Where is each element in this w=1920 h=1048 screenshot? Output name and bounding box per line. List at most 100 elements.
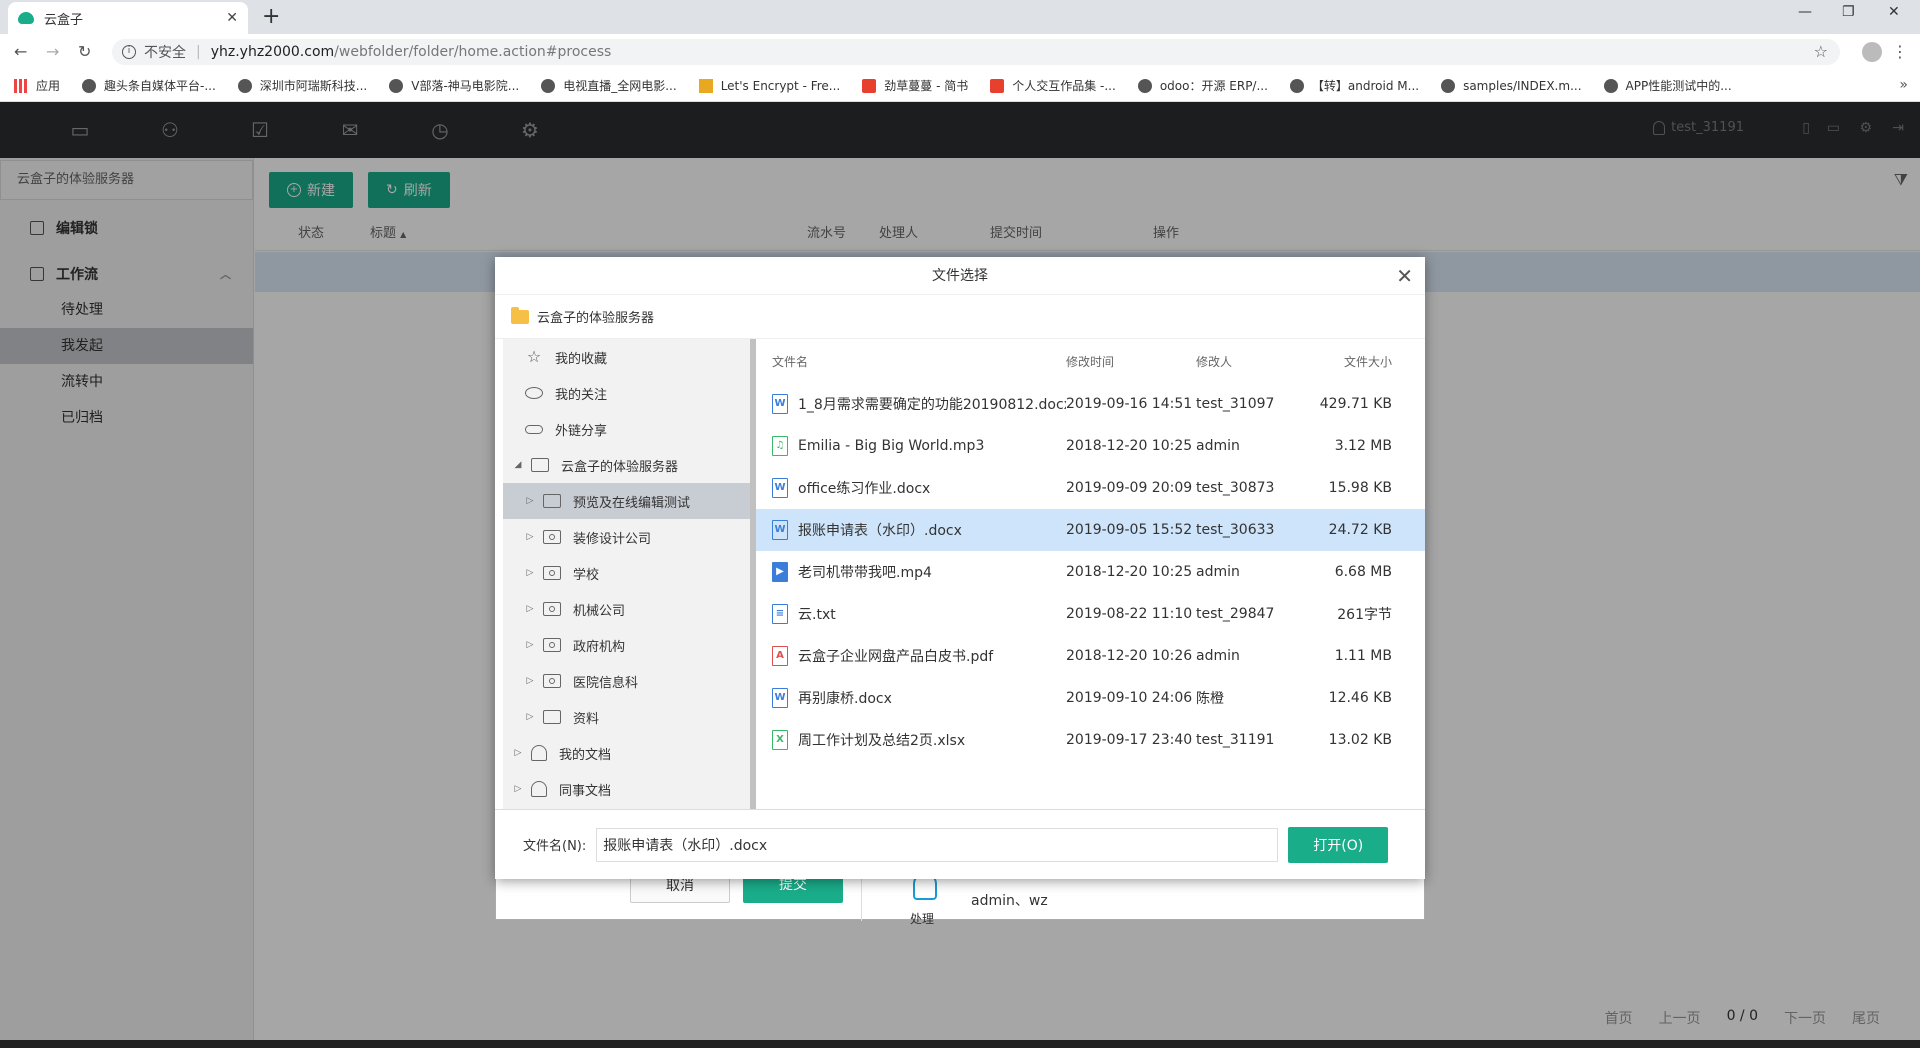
bookmark-item[interactable]: 深圳市阿瑞斯科技... — [237, 77, 367, 94]
forward-icon[interactable]: → — [46, 42, 59, 61]
tree-node-label: 云盒子的体验服务器 — [561, 459, 679, 475]
back-icon[interactable]: ← — [14, 42, 27, 61]
file-row[interactable]: ≡ 云.txt 2019-08-22 11:10 test_29847 261字节 — [756, 593, 1425, 635]
open-button[interactable]: 打开(O) — [1288, 826, 1389, 863]
tree-node[interactable]: ▷ 预览及在线编辑测试 — [503, 483, 750, 519]
bookmark-label: APP性能测试中的... — [1625, 79, 1732, 93]
expand-arrow-icon[interactable]: ▷ — [523, 640, 537, 650]
expand-arrow-icon[interactable]: ▷ — [523, 532, 537, 542]
bookmark-item[interactable]: odoo：开源 ERP/... — [1137, 77, 1268, 94]
bookmark-star-icon[interactable]: ☆ — [1814, 42, 1828, 61]
github-icon — [1441, 78, 1456, 93]
tree-node[interactable]: ▷ 装修设计公司 — [503, 519, 750, 555]
bookmark-item[interactable]: 应用 — [14, 77, 60, 94]
file-row[interactable]: W 再别康桥.docx 2019-09-10 24:06 陈橙 12.46 KB — [756, 677, 1425, 719]
expand-arrow-icon[interactable]: ◢ — [511, 460, 525, 470]
bookmark-item[interactable]: 【转】android M... — [1289, 77, 1419, 94]
expand-arrow-icon[interactable]: ▷ — [523, 676, 537, 686]
file-row[interactable]: Woffice练习作业.docx 2019-09-09 20:09 test_308… — [756, 467, 1425, 509]
bookmark-item[interactable]: Let's Encrypt - Fre... — [698, 78, 840, 93]
expand-arrow-icon[interactable]: ▷ — [511, 784, 525, 794]
expand-arrow-icon[interactable]: ▷ — [523, 568, 537, 578]
restore-icon[interactable]: ❐ — [1842, 4, 1855, 20]
file-modified-time: 2018-12-20 10:25 — [1066, 564, 1193, 580]
expand-arrow-icon[interactable]: ▷ — [511, 748, 525, 758]
tree-node[interactable]: ▷ 同事文档 — [503, 771, 750, 807]
filename-label: 文件名(N): — [523, 839, 587, 854]
file-row[interactable]: W 报账申请表（水印）.docx 2019-09-05 15:52 test_3063… — [756, 509, 1425, 551]
column-header-size[interactable]: 文件大小 — [1292, 353, 1392, 370]
bookmark-item[interactable]: 劲草蔓蔓 - 简书 — [862, 77, 968, 94]
tree-node[interactable]: ▷ 我的文档 — [503, 735, 750, 771]
address-bar-row: ← → ↻ i 不安全 | yhz.yhz2000.com /webfolder… — [0, 34, 1920, 70]
dialog-close-icon[interactable]: ✕ — [1396, 257, 1413, 295]
file-row[interactable]: X 周工作计划及总结2页.xlsx 2019-09-17 23:40 test_311… — [756, 719, 1425, 761]
file-list-header: 文件名 修改时间 修改人 文件大小 — [756, 339, 1425, 383]
url-host: yhz.yhz2000.com — [210, 44, 335, 60]
browser-tab[interactable]: 云盒子 ✕ — [8, 2, 248, 34]
site-info-icon[interactable]: i — [122, 45, 136, 59]
file-row[interactable]: ▶ 老司机带带我吧.mp4 2018-12-20 10:25 admin 6.68 MB — [756, 551, 1425, 593]
column-header-modified-by[interactable]: 修改人 — [1196, 353, 1292, 370]
tree-node[interactable]: ▷ 学校 — [503, 555, 750, 591]
link-icon — [525, 424, 543, 434]
more-bookmarks-icon[interactable]: » — [1899, 77, 1908, 93]
reload-icon[interactable]: ↻ — [78, 42, 91, 61]
tree-node-label: 我的文档 — [559, 747, 612, 763]
tree-node[interactable]: ▷ 资料 — [503, 699, 750, 735]
minimize-icon[interactable]: — — [1798, 4, 1812, 20]
expand-arrow-icon[interactable]: ▷ — [523, 496, 537, 506]
file-row[interactable]: ♫ Emilia - Big Big World.mp3 2018-12-20 10… — [756, 425, 1425, 467]
taskbar-strip — [0, 1040, 1920, 1048]
pdf-file-icon: A — [772, 646, 788, 666]
file-row[interactable]: W 1_8月需求需要确定的功能20190812.docx 2019-09-16 14… — [756, 383, 1425, 425]
bookmark-item[interactable]: 趣头条自媒体平台-... — [82, 77, 216, 94]
bird-icon — [1603, 78, 1618, 93]
bookmark-item[interactable]: 电视直播_全网电影... — [541, 77, 677, 94]
person-icon — [531, 745, 547, 761]
url-input[interactable]: i 不安全 | yhz.yhz2000.com /webfolder/folde… — [112, 39, 1840, 65]
url-separator: | — [196, 44, 201, 60]
bookmark-item[interactable]: APP性能测试中的... — [1603, 77, 1732, 94]
file-modified-time: 2019-09-16 14:51 — [1066, 396, 1193, 412]
folder-tree: ☆ 我的收藏 我的关注 外链分享 ◢ 云盒子的体验服务器 ▷ 预览及在线编辑测试 ▷ 装修设计公司… — [503, 339, 750, 809]
expand-arrow-icon[interactable]: ▷ — [523, 604, 537, 614]
filename-input[interactable] — [596, 827, 1279, 862]
expand-arrow-icon[interactable]: ▷ — [523, 712, 537, 722]
file-name-cell: ♫ Emilia - Big Big World.mp3 — [756, 436, 1066, 456]
file-name: 周工作计划及总结2页.xlsx — [798, 733, 966, 749]
bookmark-item[interactable]: samples/INDEX.m... — [1441, 78, 1582, 93]
profile-avatar-icon[interactable] — [1862, 42, 1882, 62]
browser-menu-icon[interactable]: ⋮ — [1892, 42, 1908, 61]
tree-node[interactable]: ▷ 医院信息科 — [503, 663, 750, 699]
shared-folder-icon — [543, 602, 561, 616]
bookmark-item[interactable]: 个人交互作品集 -... — [990, 77, 1116, 94]
bookmark-item[interactable]: V部落-神马电影院... — [389, 77, 519, 94]
assignee-names: admin、wz — [971, 893, 1048, 909]
column-header-modified-time[interactable]: 修改时间 — [1066, 353, 1196, 370]
tree-node[interactable]: 外链分享 — [503, 411, 750, 447]
column-header-name[interactable]: 文件名 — [756, 353, 1066, 370]
tree-node[interactable]: ▷ 机械公司 — [503, 591, 750, 627]
globe-icon — [389, 78, 404, 93]
new-tab-button[interactable]: + — [262, 4, 280, 29]
file-size: 1.11 MB — [1334, 648, 1392, 664]
file-modified-by: test_30873 — [1196, 480, 1275, 496]
tree-node-label: 政府机构 — [573, 639, 626, 655]
file-row[interactable]: A 云盒子企业网盘产品白皮书.pdf 2018-12-20 10:26 admin 1.… — [756, 635, 1425, 677]
browser-tab-strip: 云盒子 ✕ + — ❐ ✕ — [0, 0, 1920, 34]
tree-node[interactable]: 我的关注 — [503, 375, 750, 411]
file-size: 6.68 MB — [1334, 564, 1392, 580]
tree-node[interactable]: ☆ 我的收藏 — [503, 339, 750, 375]
tree-node[interactable]: ◢ 云盒子的体验服务器 — [503, 447, 750, 483]
shared-folder-icon — [543, 638, 561, 652]
tab-close-icon[interactable]: ✕ — [226, 10, 238, 26]
star-icon: ☆ — [526, 347, 542, 366]
window-close-icon[interactable]: ✕ — [1888, 4, 1900, 20]
file-select-dialog: 文件选择 ✕ 云盒子的体验服务器 ☆ 我的收藏 我的关注 外链分享 ◢ 云盒子的体验服务器… — [495, 257, 1425, 879]
breadcrumb-path[interactable]: 云盒子的体验服务器 — [537, 307, 654, 326]
jianshu-icon — [862, 78, 877, 93]
dialog-title: 文件选择 — [932, 268, 988, 284]
file-size: 3.12 MB — [1334, 438, 1392, 454]
tree-node[interactable]: ▷ 政府机构 — [503, 627, 750, 663]
